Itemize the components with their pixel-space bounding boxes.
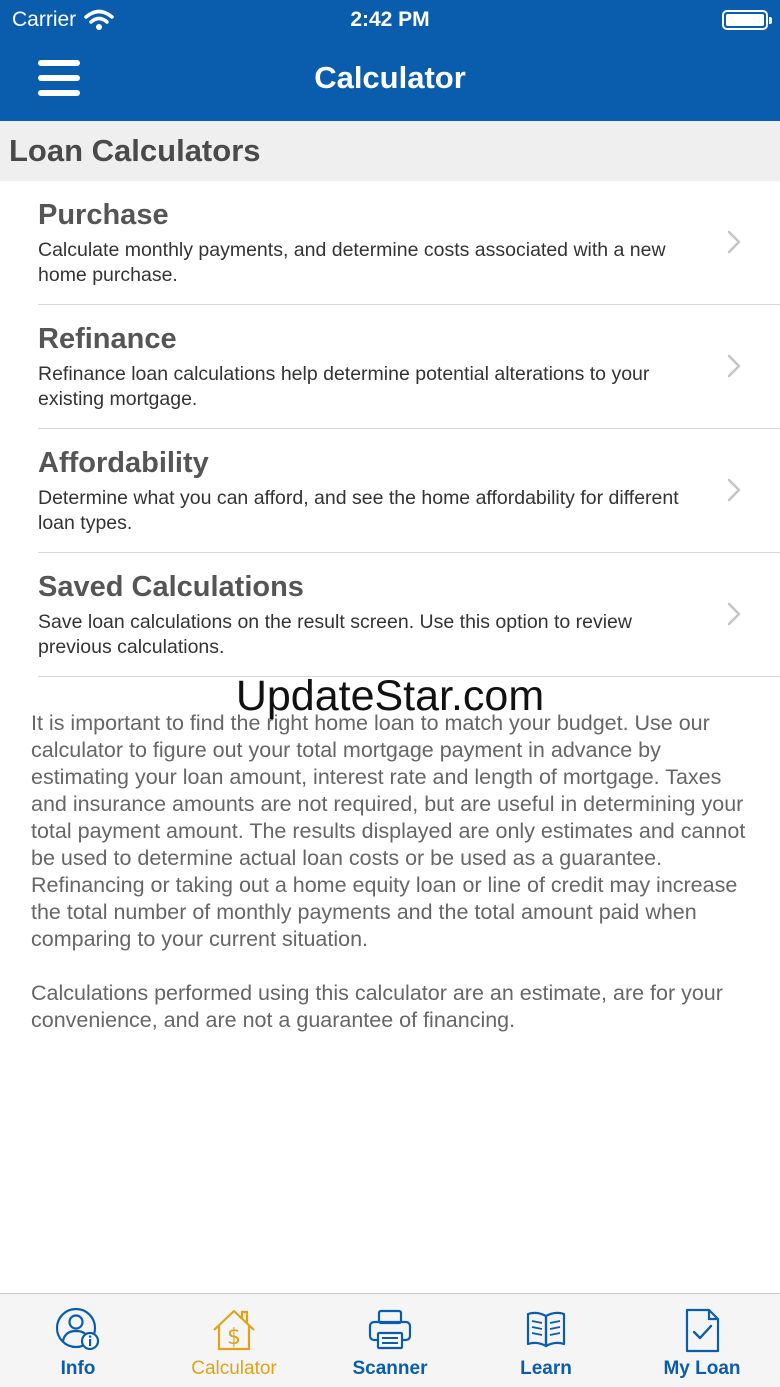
- item-title: Refinance: [38, 323, 177, 355]
- nav-bar: Calculator: [0, 40, 780, 121]
- calculator-list: Purchase Calculate monthly payments, and…: [0, 181, 780, 677]
- item-description: Determine what you can afford, and see t…: [38, 487, 679, 534]
- page-title: Calculator: [314, 60, 466, 95]
- list-item-refinance[interactable]: Refinance Refinance loan calculations he…: [38, 305, 780, 429]
- tab-label: Calculator: [191, 1358, 277, 1379]
- book-icon: [526, 1311, 566, 1348]
- tab-label: Scanner: [352, 1358, 428, 1379]
- chevron-right-icon: [727, 478, 741, 502]
- chevron-right-icon: [727, 230, 741, 254]
- tab-label: My Loan: [663, 1358, 741, 1379]
- disclaimer-text: It is important to find the right home l…: [31, 711, 746, 1032]
- tab-info[interactable]: Info: [0, 1294, 156, 1387]
- tab-calculator[interactable]: $ Calculator: [156, 1294, 312, 1387]
- section-header: Loan Calculators: [0, 121, 780, 181]
- document-check-icon: [685, 1308, 720, 1353]
- status-time: 2:42 PM: [350, 8, 430, 31]
- chevron-right-icon: [727, 602, 741, 626]
- printer-icon: [368, 1309, 412, 1350]
- tab-learn[interactable]: Learn: [468, 1294, 624, 1387]
- chevron-right-icon: [727, 354, 741, 378]
- user-info-icon: [55, 1307, 100, 1351]
- item-title: Saved Calculations: [38, 571, 304, 603]
- status-bar: Carrier 2:42 PM: [0, 0, 780, 40]
- item-description: Calculate monthly payments, and determin…: [38, 239, 666, 286]
- list-item-saved-calculations[interactable]: Saved Calculations Save loan calculation…: [38, 553, 780, 677]
- tab-my-loan[interactable]: My Loan: [624, 1294, 780, 1387]
- item-description: Save loan calculations on the result scr…: [38, 611, 632, 658]
- tab-label: Learn: [520, 1358, 572, 1379]
- item-title: Affordability: [38, 447, 209, 479]
- list-item-affordability[interactable]: Affordability Determine what you can aff…: [38, 429, 780, 553]
- svg-text:$: $: [227, 1325, 241, 1350]
- item-title: Purchase: [38, 199, 169, 231]
- app-header: Carrier 2:42 PM Calculator: [0, 0, 780, 121]
- tab-bar: Info $ Calculator Scanner Learn My Loan: [0, 1293, 780, 1387]
- house-dollar-icon: $: [213, 1309, 255, 1351]
- tab-label: Info: [60, 1358, 96, 1379]
- item-description: Refinance loan calculations help determi…: [38, 363, 650, 410]
- tab-scanner[interactable]: Scanner: [312, 1294, 468, 1387]
- list-item-purchase[interactable]: Purchase Calculate monthly payments, and…: [38, 181, 780, 305]
- battery-icon: [722, 10, 772, 30]
